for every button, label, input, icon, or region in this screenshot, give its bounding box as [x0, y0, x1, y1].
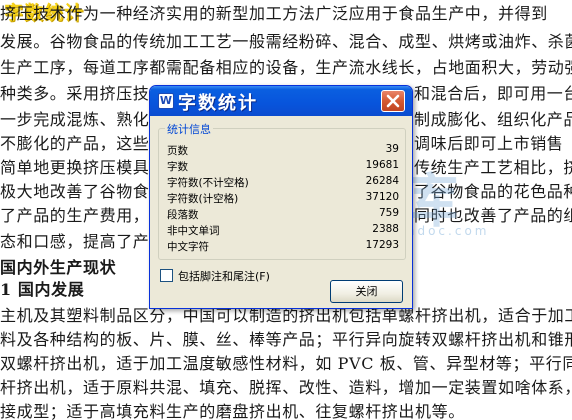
stat-row-non-chinese-words: 非中文单词 2388 [167, 223, 399, 237]
stat-label: 段落数 [167, 209, 199, 221]
checkbox-label[interactable]: 包括脚注和尾注(F) [178, 268, 270, 284]
stat-row-chars-with-spaces: 字符数(计空格) 37120 [167, 191, 399, 205]
doc-line: 同时也改善了产品的组 [414, 206, 572, 225]
subsection-heading: 1 国内发展 [0, 280, 85, 299]
doc-line: 和混合后，即可用一台 [414, 84, 572, 103]
include-footnotes-checkbox[interactable] [160, 269, 173, 282]
stat-label: 字符数(计空格) [167, 193, 239, 205]
doc-line: 接成型；适于高填充料生产的磨盘挤出机、往复螺杆挤出机等。 [0, 402, 465, 420]
doc-line: 了产品的生产费用，减 [0, 206, 167, 225]
doc-line: 制成膨化、组织化产品 [414, 110, 572, 129]
doc-line: 主机及其塑料制品区分，中国可以制造的挤出机包括单螺杆挤出机，适合于加工 [0, 306, 572, 325]
doc-line: 发展。谷物食品的传统加工工艺一般需经粉碎、混合、成型、烘烤或油炸、杀菌、干 [0, 32, 572, 51]
doc-line: 了谷物食品的花色品种 [414, 182, 572, 201]
doc-line: 一步完成混炼、熟化、 [0, 110, 167, 129]
close-button[interactable] [381, 90, 405, 112]
stat-row-paragraphs: 段落数 759 [167, 207, 399, 221]
stat-value: 39 [385, 143, 399, 155]
stat-label: 字数 [167, 161, 188, 173]
doc-line: 传统生产工艺相比，挤 [414, 158, 572, 177]
stat-value: 37120 [365, 191, 399, 203]
stat-row-words: 字数 19681 [167, 159, 399, 173]
doc-line: 简单地更换挤压模具， [0, 158, 167, 177]
stat-label: 非中文单词 [167, 225, 220, 237]
stat-row-chars-no-spaces: 字符数(不计空格) 26284 [167, 175, 399, 189]
dialog-title: 字数统计 [178, 93, 258, 114]
section-heading: 国内外生产现状 [0, 258, 117, 277]
close-dialog-button[interactable]: 关闭 [330, 280, 403, 303]
doc-line: 调味后即可上市销售 [414, 134, 564, 153]
doc-line: 极大地改善了谷物食品 [0, 182, 167, 201]
doc-line: 料及各种结构的板、片、膜、丝、棒等产品；平行异向旋转双螺杆挤出机和锥形异 [0, 330, 572, 349]
close-icon [386, 94, 400, 108]
stat-value: 26284 [365, 175, 399, 187]
stat-row-chinese-chars: 中文字符 17293 [167, 239, 399, 253]
stat-value: 19681 [365, 159, 399, 171]
stat-label: 中文字符 [167, 241, 209, 253]
doc-line: 生产工序，每道工序都需配备相应的设备，生产流水线长，占地面积大，劳动强度高 [0, 58, 572, 77]
word-count-dialog: W 字数统计 统计信息 页数 39 字数 19681 字符数(不计空格) 262… [149, 85, 413, 309]
word-app-icon: W [158, 93, 174, 109]
stat-value: 759 [378, 207, 399, 219]
doc-line: 种类多。采用挤压技术 [0, 84, 167, 103]
doc-line: 挤压技术作为一种经济实用的新型加工方法广泛应用于食品生产中，并得到 [0, 4, 548, 23]
statistics-group: 统计信息 页数 39 字数 19681 字符数(不计空格) 26284 字符数(… [158, 121, 406, 260]
dialog-titlebar[interactable]: W 字数统计 [150, 86, 412, 116]
group-label: 统计信息 [165, 121, 213, 137]
include-footnotes-option[interactable]: 包括脚注和尾注(F) [160, 268, 330, 284]
stat-value: 17293 [365, 239, 399, 251]
stat-label: 页数 [167, 145, 188, 157]
doc-line: 态和口感，提高了产品 [0, 232, 167, 251]
doc-line: 不膨化的产品，这些产 [0, 134, 167, 153]
stat-label: 字符数(不计空格) [167, 177, 249, 189]
doc-line: 杆挤出机，适于原料共混、填充、脱挥、改性、造料，增加一定装置如啥体系，可 [0, 378, 572, 397]
doc-line: 双螺杆挤出机，适于加工温度敏感性材料，如 PVC 板、管、异型材等；平行同向旋 [0, 354, 572, 373]
stat-value: 2388 [372, 223, 399, 235]
stat-row-pages: 页数 39 [167, 143, 399, 157]
